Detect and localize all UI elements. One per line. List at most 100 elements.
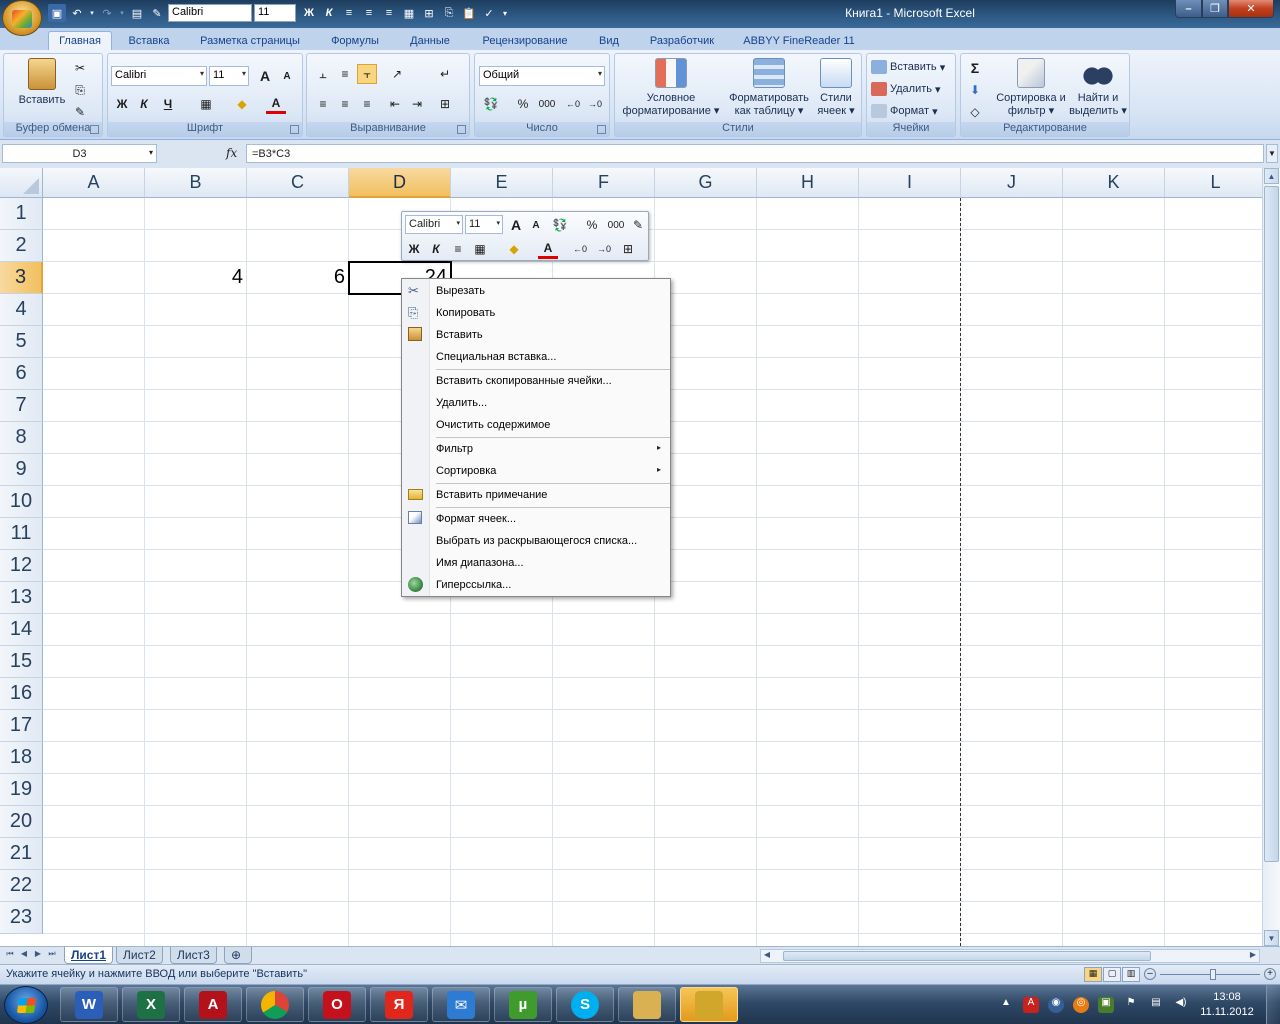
clock[interactable]: 13:08 11.11.2012: [1194, 990, 1260, 1020]
mini-bold-button[interactable]: Ж: [404, 239, 424, 259]
row-header-22[interactable]: 22: [0, 870, 43, 902]
tab-data[interactable]: Данные: [400, 31, 460, 50]
align-left-icon[interactable]: ≡: [313, 94, 333, 114]
mini-increase-decimal-icon[interactable]: ←0: [570, 239, 590, 259]
qat-bold-button[interactable]: Ж: [300, 4, 318, 22]
decrease-decimal-icon[interactable]: →0: [585, 94, 605, 114]
alignment-launcher-icon[interactable]: [457, 125, 466, 134]
fill-icon[interactable]: ⬇: [965, 80, 985, 100]
tab-home[interactable]: Главная: [48, 31, 112, 50]
cut-icon[interactable]: ✂: [70, 58, 90, 78]
column-header-l[interactable]: L: [1165, 168, 1262, 198]
network-icon[interactable]: ▤: [1148, 997, 1164, 1013]
row-header-1[interactable]: 1: [0, 198, 43, 230]
column-header-f[interactable]: F: [553, 168, 655, 198]
undo-dropdown-icon[interactable]: ▾: [88, 4, 96, 22]
row-header-5[interactable]: 5: [0, 326, 43, 358]
row-header-11[interactable]: 11: [0, 518, 43, 550]
scroll-up-icon[interactable]: ▲: [1264, 168, 1279, 184]
clipboard-launcher-icon[interactable]: [90, 125, 99, 134]
update-tray-icon[interactable]: ◎: [1073, 997, 1089, 1013]
taskbar-app-word[interactable]: W: [60, 987, 118, 1022]
menu-item-filter[interactable]: Фильтр ▸: [402, 438, 670, 460]
decrease-indent-icon[interactable]: ⇤: [385, 94, 405, 114]
zoom-thumb[interactable]: [1210, 969, 1216, 980]
column-header-h[interactable]: H: [757, 168, 859, 198]
insert-cells-button[interactable]: Вставить ▾: [871, 60, 945, 74]
autosum-button[interactable]: Σ: [965, 58, 985, 78]
bold-button[interactable]: Ж: [112, 94, 132, 114]
row-header-9[interactable]: 9: [0, 454, 43, 486]
last-sheet-icon[interactable]: ⏭: [46, 949, 58, 961]
scroll-right-icon[interactable]: ▶: [1247, 950, 1259, 962]
column-header-j[interactable]: J: [961, 168, 1063, 198]
align-right-icon[interactable]: ≡: [357, 94, 377, 114]
save-icon[interactable]: ▣: [48, 4, 66, 22]
taskbar-app-mail[interactable]: ✉: [432, 987, 490, 1022]
menu-item-format-cells[interactable]: Формат ячеек...: [402, 508, 670, 530]
font-size-box[interactable]: 11 ▾: [209, 66, 249, 86]
next-sheet-icon[interactable]: ▶: [32, 949, 44, 961]
taskbar-app-yandex[interactable]: Я: [370, 987, 428, 1022]
underline-button[interactable]: Ч: [158, 94, 178, 114]
sheet-tab-2[interactable]: Лист2: [116, 947, 163, 964]
redo-icon[interactable]: ↷: [98, 4, 116, 22]
action-center-icon[interactable]: ⚑: [1123, 997, 1139, 1013]
row-header-16[interactable]: 16: [0, 678, 43, 710]
font-color-button[interactable]: A: [266, 94, 286, 114]
column-header-c[interactable]: C: [247, 168, 349, 198]
format-painter-icon[interactable]: ✎: [148, 4, 166, 22]
row-header-13[interactable]: 13: [0, 582, 43, 614]
taskbar-app-explorer[interactable]: [618, 987, 676, 1022]
close-button[interactable]: ✕: [1228, 0, 1274, 18]
normal-view-icon[interactable]: ▦: [1084, 967, 1102, 982]
mini-fill-color-icon[interactable]: ◆: [504, 239, 524, 259]
merge-icon[interactable]: ⊞: [420, 4, 438, 22]
borders-icon[interactable]: ▦: [196, 94, 216, 114]
zoom-slider[interactable]: – +: [1144, 968, 1276, 982]
formula-input[interactable]: =B3*C3: [246, 144, 1264, 163]
menu-item-paste-special[interactable]: Специальная вставка...: [402, 346, 670, 368]
row-header-10[interactable]: 10: [0, 486, 43, 518]
align-left-icon[interactable]: ≡: [340, 4, 358, 22]
tab-developer[interactable]: Разработчик: [638, 31, 726, 50]
minimize-button[interactable]: –: [1175, 0, 1202, 18]
mini-decrease-decimal-icon[interactable]: →0: [594, 239, 614, 259]
taskbar-app-skype[interactable]: S: [556, 987, 614, 1022]
tab-insert[interactable]: Вставка: [118, 31, 180, 50]
mini-percent-button[interactable]: %: [582, 215, 602, 235]
paste-qat-icon[interactable]: 📋: [460, 4, 478, 22]
paste-button[interactable]: Вставить: [12, 58, 72, 107]
column-header-g[interactable]: G: [655, 168, 757, 198]
prev-sheet-icon[interactable]: ◀: [18, 949, 30, 961]
mini-format-painter-icon[interactable]: ✎: [628, 215, 648, 235]
insert-sheet-icon[interactable]: ⊕: [224, 947, 252, 964]
tray-arrow-icon[interactable]: ▲: [998, 997, 1014, 1013]
font-launcher-icon[interactable]: [290, 125, 299, 134]
number-format-box[interactable]: Общий ▾: [479, 66, 605, 86]
menu-item-hyperlink[interactable]: Гиперссылка...: [402, 574, 670, 596]
cell-c3[interactable]: 6: [247, 262, 349, 294]
mini-currency-icon[interactable]: 💱: [550, 215, 570, 235]
row-header-20[interactable]: 20: [0, 806, 43, 838]
taskbar-app-chrome[interactable]: [246, 987, 304, 1022]
first-sheet-icon[interactable]: ⏮: [4, 949, 16, 961]
format-painter-icon[interactable]: ✎: [70, 102, 90, 122]
row-header-18[interactable]: 18: [0, 742, 43, 774]
align-right-icon[interactable]: ≡: [380, 4, 398, 22]
tab-formulas[interactable]: Формулы: [322, 31, 388, 50]
mini-size-box[interactable]: 11 ▾: [465, 215, 503, 234]
taskbar-app-utorrent[interactable]: µ: [494, 987, 552, 1022]
mini-italic-button[interactable]: К: [426, 239, 446, 259]
column-header-k[interactable]: K: [1063, 168, 1165, 198]
horizontal-scrollbar[interactable]: ◀ ▶: [760, 949, 1260, 963]
row-header-15[interactable]: 15: [0, 646, 43, 678]
mini-merge-icon[interactable]: ⊞: [618, 239, 638, 259]
sheet-tab-1[interactable]: Лист1: [64, 947, 114, 964]
menu-item-sort[interactable]: Сортировка ▸: [402, 460, 670, 482]
column-header-e[interactable]: E: [451, 168, 553, 198]
mini-center-icon[interactable]: ≡: [448, 239, 468, 259]
start-button[interactable]: [4, 986, 48, 1024]
clear-icon[interactable]: ◇: [965, 102, 985, 122]
mini-grow-font-button[interactable]: A: [506, 215, 526, 235]
